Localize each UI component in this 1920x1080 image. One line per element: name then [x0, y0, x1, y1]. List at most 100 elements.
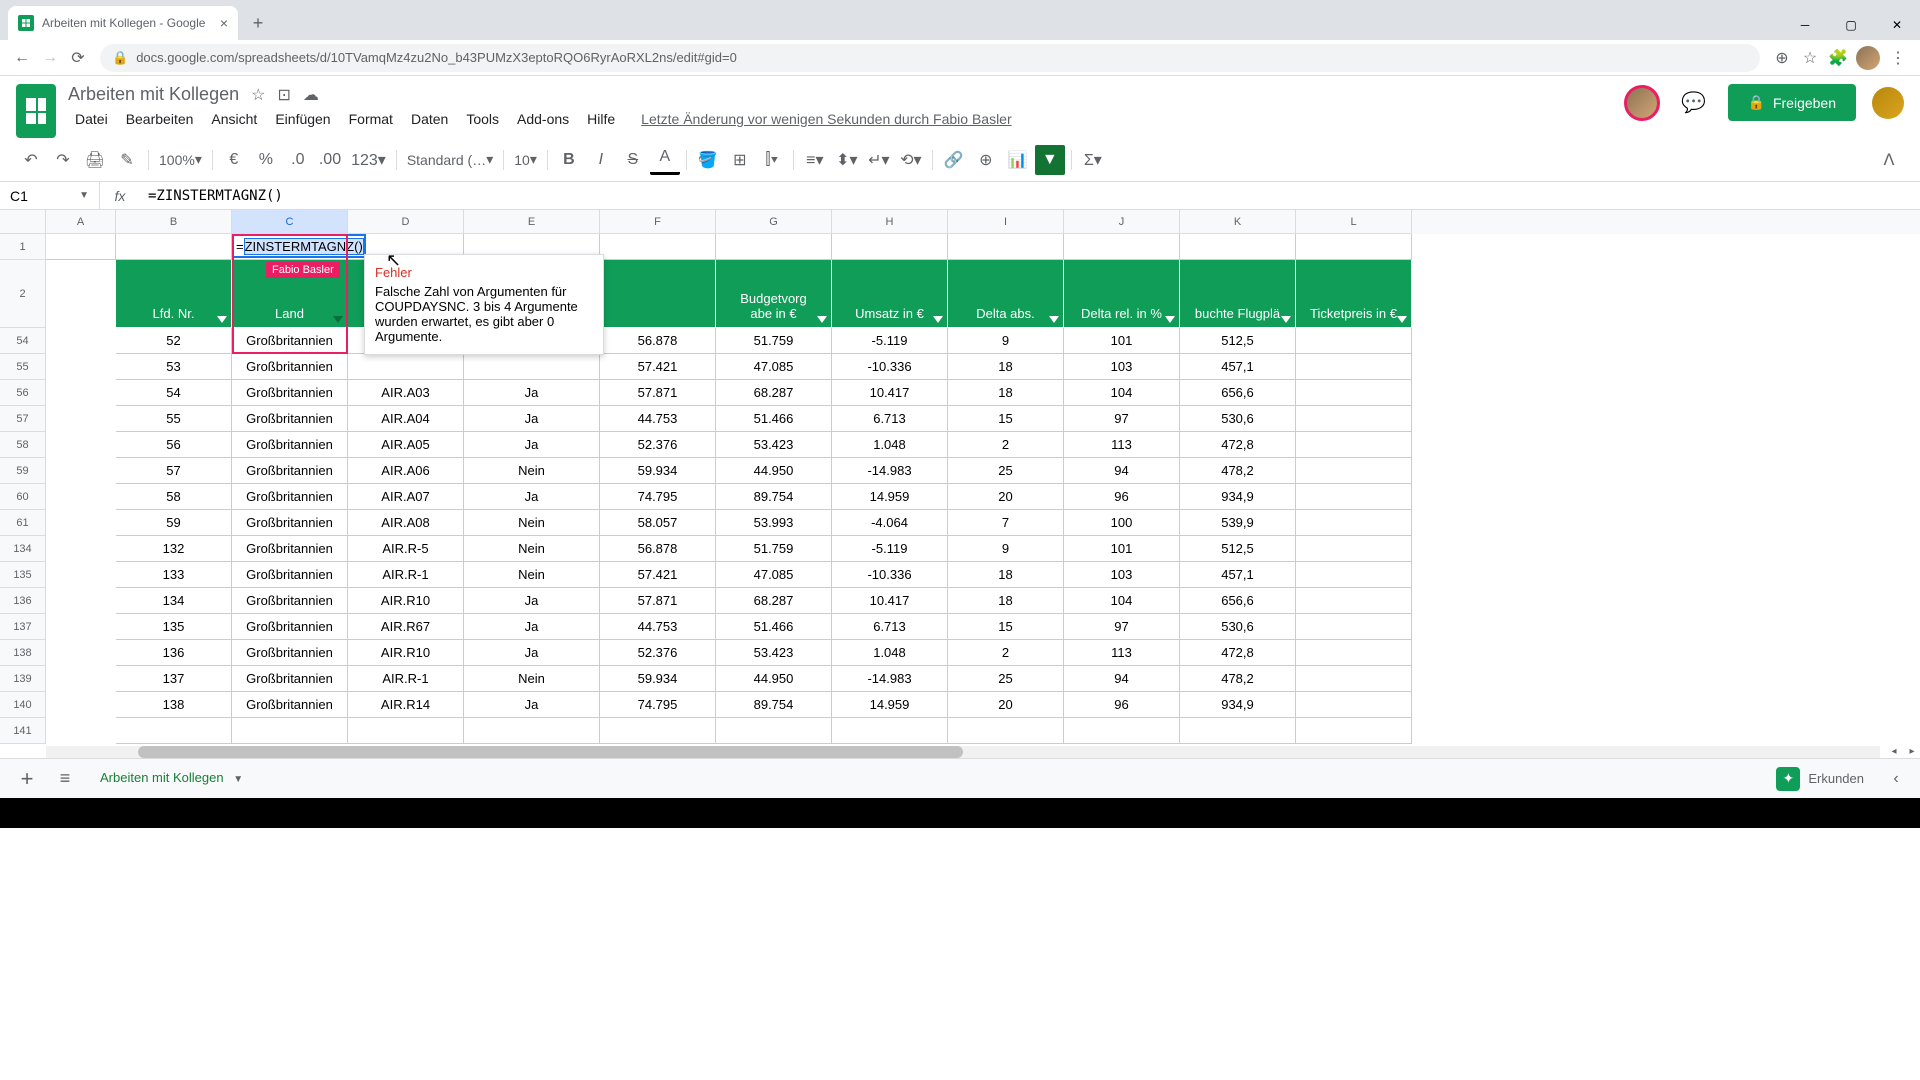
cell[interactable]: Großbritannien	[232, 380, 348, 406]
scroll-left-icon[interactable]: ◂	[1886, 746, 1902, 758]
cell[interactable]: 57.871	[600, 588, 716, 614]
menu-ansicht[interactable]: Ansicht	[204, 107, 264, 131]
cell[interactable]: 512,5	[1180, 536, 1296, 562]
cell[interactable]: 113	[1064, 640, 1180, 666]
table-header[interactable]: buchte Flugplä	[1180, 260, 1296, 328]
cell[interactable]: 89.754	[716, 484, 832, 510]
comments-button[interactable]: 💬	[1676, 85, 1712, 121]
cell[interactable]: 9	[948, 536, 1064, 562]
explore-button[interactable]: ✦ Erkunden	[1764, 761, 1876, 797]
cell[interactable]: Großbritannien	[232, 614, 348, 640]
cell[interactable]: 74.795	[600, 484, 716, 510]
cell[interactable]	[46, 536, 116, 562]
cell[interactable]: 53.423	[716, 640, 832, 666]
link-button[interactable]: 🔗	[939, 145, 969, 175]
cell[interactable]	[1296, 640, 1412, 666]
cell[interactable]: 137	[116, 666, 232, 692]
comment-button[interactable]: ⊕	[971, 145, 1001, 175]
cell[interactable]	[46, 484, 116, 510]
cell[interactable]	[46, 432, 116, 458]
row-header-56[interactable]: 56	[0, 380, 46, 406]
cell[interactable]: AIR.R67	[348, 614, 464, 640]
cell[interactable]: 478,2	[1180, 458, 1296, 484]
cell[interactable]: AIR.A07	[348, 484, 464, 510]
cell[interactable]: 6.713	[832, 406, 948, 432]
cell[interactable]: Ja	[464, 484, 600, 510]
cell[interactable]	[1180, 234, 1296, 260]
halign-button[interactable]: ≡▾	[800, 145, 830, 175]
cell[interactable]: Großbritannien	[232, 328, 348, 354]
spreadsheet-grid[interactable]: ABCDEFGHIJKL 125455565758596061134135136…	[0, 210, 1920, 758]
cell[interactable]: 54	[116, 380, 232, 406]
cell[interactable]	[1296, 588, 1412, 614]
cell[interactable]: 135	[116, 614, 232, 640]
sheet-tab[interactable]: Arbeiten mit Kollegen ▼	[88, 764, 255, 793]
cell[interactable]: 14.959	[832, 484, 948, 510]
borders-button[interactable]: ⊞	[725, 145, 755, 175]
new-tab-button[interactable]: +	[244, 9, 272, 37]
cell[interactable]	[348, 718, 464, 744]
zoom-icon[interactable]: ⊕	[1768, 44, 1796, 72]
row-header-134[interactable]: 134	[0, 536, 46, 562]
row-header-136[interactable]: 136	[0, 588, 46, 614]
cell[interactable]: 59.934	[600, 458, 716, 484]
cell[interactable]: 25	[948, 666, 1064, 692]
cell[interactable]: 44.950	[716, 458, 832, 484]
column-header-F[interactable]: F	[600, 210, 716, 234]
row-header-141[interactable]: 141	[0, 718, 46, 744]
cell[interactable]: 1.048	[832, 432, 948, 458]
cell[interactable]: Großbritannien	[232, 562, 348, 588]
table-header[interactable]	[600, 260, 716, 328]
chevron-down-icon[interactable]: ▼	[233, 774, 243, 785]
row-header-57[interactable]: 57	[0, 406, 46, 432]
cell[interactable]	[1296, 510, 1412, 536]
cell[interactable]	[46, 260, 116, 328]
cell[interactable]	[832, 718, 948, 744]
bold-button[interactable]: B	[554, 145, 584, 175]
cell[interactable]: 55	[116, 406, 232, 432]
back-button[interactable]: ←	[8, 44, 36, 72]
cell[interactable]: 472,8	[1180, 640, 1296, 666]
cell[interactable]	[1296, 234, 1412, 260]
row-header-59[interactable]: 59	[0, 458, 46, 484]
table-header[interactable]: Delta rel. in %	[1064, 260, 1180, 328]
cell[interactable]: 457,1	[1180, 354, 1296, 380]
cell[interactable]: 44.753	[600, 614, 716, 640]
filter-icon[interactable]	[817, 316, 827, 323]
cell[interactable]: 97	[1064, 614, 1180, 640]
sheets-logo[interactable]	[16, 84, 56, 138]
cell[interactable]	[716, 234, 832, 260]
cell[interactable]	[1296, 458, 1412, 484]
cell[interactable]: 133	[116, 562, 232, 588]
column-header-B[interactable]: B	[116, 210, 232, 234]
cell[interactable]: Großbritannien	[232, 588, 348, 614]
move-icon[interactable]: ⊡	[277, 85, 290, 105]
cell[interactable]: -5.119	[832, 536, 948, 562]
cell[interactable]: AIR.R-5	[348, 536, 464, 562]
cell[interactable]: 14.959	[832, 692, 948, 718]
cell[interactable]: 104	[1064, 380, 1180, 406]
cell[interactable]: 59	[116, 510, 232, 536]
cell[interactable]: 20	[948, 692, 1064, 718]
cell[interactable]: 18	[948, 380, 1064, 406]
last-edit-link[interactable]: Letzte Änderung vor wenigen Sekunden dur…	[634, 107, 1018, 131]
column-header-C[interactable]: C	[232, 210, 348, 234]
add-sheet-button[interactable]: +	[12, 766, 42, 792]
cell[interactable]: 25	[948, 458, 1064, 484]
cell[interactable]	[46, 328, 116, 354]
cell[interactable]	[46, 510, 116, 536]
cell[interactable]: 58	[116, 484, 232, 510]
menu-format[interactable]: Format	[342, 107, 400, 131]
cell[interactable]	[832, 234, 948, 260]
menu-add-ons[interactable]: Add-ons	[510, 107, 576, 131]
cell[interactable]	[1296, 432, 1412, 458]
user-avatar[interactable]	[1872, 87, 1904, 119]
document-title[interactable]: Arbeiten mit Kollegen	[68, 84, 239, 105]
cell[interactable]: 934,9	[1180, 692, 1296, 718]
cell[interactable]: 2	[948, 640, 1064, 666]
share-button[interactable]: 🔒 Freigeben	[1728, 84, 1856, 121]
cell[interactable]: Ja	[464, 640, 600, 666]
forward-button[interactable]: →	[36, 44, 64, 72]
cell[interactable]	[600, 718, 716, 744]
url-input[interactable]: 🔒 docs.google.com/spreadsheets/d/10TVamq…	[100, 44, 1760, 72]
